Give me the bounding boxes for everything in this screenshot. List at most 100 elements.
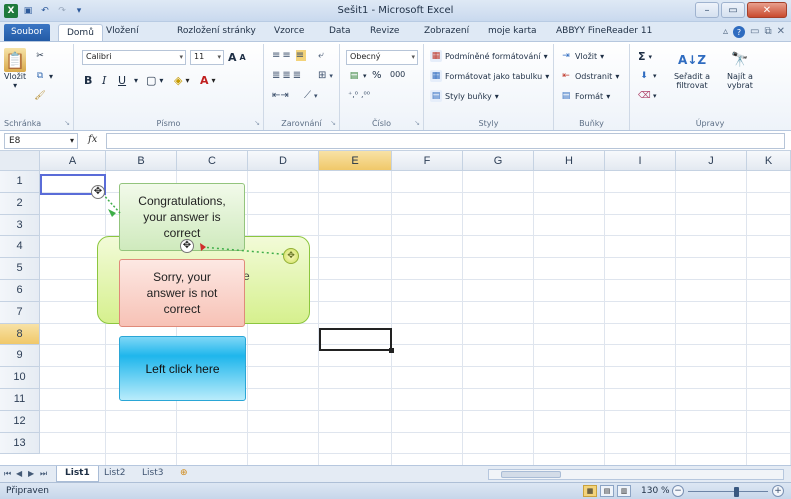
format-cells-button[interactable]: ▤ Formát ▾ — [560, 90, 610, 102]
group-label-number: Číslo — [371, 119, 392, 128]
zoom-out-icon[interactable]: − — [672, 485, 684, 497]
decrease-decimal-icon: ,⁰⁰ — [360, 90, 370, 99]
border-icon: ▢ — [146, 74, 157, 87]
doc-close-icon[interactable]: ✕ — [777, 26, 785, 38]
horizontal-align-buttons[interactable]: ≣≣≣ — [272, 70, 303, 81]
bold-button[interactable]: B — [84, 74, 92, 87]
paste-icon: 📋 — [4, 48, 27, 72]
prev-sheet-icon[interactable]: ◀ — [16, 469, 22, 478]
tab-file[interactable]: Soubor — [4, 24, 50, 41]
scrollbar-thumb[interactable] — [501, 471, 561, 478]
group-label-editing: Úpravy — [695, 119, 725, 128]
status-text: Připraven — [6, 486, 49, 496]
font-launcher-icon[interactable]: ↘ — [254, 119, 260, 127]
insert-cells-button[interactable]: ⇥ Vložit ▾ — [560, 50, 604, 62]
tab-view[interactable]: Zobrazení — [424, 26, 469, 36]
close-button[interactable]: ✕ — [747, 2, 787, 18]
sheet-tab-list2[interactable]: List2 — [96, 466, 133, 482]
clipboard-launcher-icon[interactable]: ↘ — [64, 119, 70, 127]
insert-sheet-icon[interactable]: ⊕ — [172, 466, 196, 482]
copy-button[interactable]: ⧉ ▾ — [34, 70, 53, 82]
move-cursor-icon: ✥ — [91, 185, 105, 199]
percent-button[interactable]: % — [372, 70, 382, 81]
tab-insert[interactable]: Vložení — [106, 26, 139, 36]
minimize-ribbon-icon[interactable]: ▵ — [723, 26, 728, 38]
maximize-button[interactable]: ▭ — [721, 2, 745, 18]
sort-filter-button[interactable]: A↓Z Seřadit a filtrovat — [670, 48, 714, 90]
font-name-combo[interactable]: Calibri ▾ — [82, 50, 186, 65]
number-format-combo[interactable]: Obecný ▾ — [346, 50, 418, 65]
minimize-button[interactable]: – — [695, 2, 719, 18]
conditional-format-button[interactable]: ▦ Podmíněné formátování ▾ — [430, 50, 548, 62]
doc-restore-icon[interactable]: ⧉ — [764, 26, 771, 38]
find-select-button[interactable]: 🔭 Najít a vybrat — [720, 48, 760, 90]
fill-button[interactable]: ⬇ ▾ — [638, 70, 656, 82]
page-break-view-icon[interactable]: ▥ — [617, 485, 631, 497]
tab-data[interactable]: Data — [329, 26, 351, 36]
increase-decimal-icon: ⁺,⁰ — [348, 90, 358, 99]
horizontal-scrollbar[interactable] — [488, 469, 784, 480]
accounting-button[interactable]: ▤ ▾ — [348, 70, 367, 82]
clear-button[interactable]: ⌫ ▾ — [638, 90, 657, 102]
merge-center-button[interactable]: ⊞ ▾ — [318, 70, 333, 81]
cell-styles-button[interactable]: ▤ Styly buňky ▾ — [430, 90, 499, 102]
help-icon[interactable]: ? — [733, 26, 746, 38]
insert-function-icon[interactable]: fx — [88, 134, 97, 145]
page-layout-view-icon[interactable]: ▤ — [600, 485, 614, 497]
alignment-launcher-icon[interactable]: ↘ — [330, 119, 336, 127]
first-sheet-icon[interactable]: ⏮ — [4, 469, 11, 479]
name-box[interactable]: E8 ▾ — [4, 133, 78, 149]
zoom-slider-thumb[interactable] — [734, 487, 739, 497]
number-launcher-icon[interactable]: ↘ — [414, 119, 420, 127]
zoom-in-icon[interactable]: + — [772, 485, 784, 497]
underline-button[interactable]: U — [118, 74, 126, 87]
conditional-format-icon: ▦ — [430, 50, 442, 62]
sheet-tab-list3[interactable]: List3 — [134, 466, 171, 482]
fill-color-button[interactable]: ◈ ▾ — [174, 74, 189, 87]
group-label-alignment: Zarovnání — [281, 119, 322, 128]
paste-button[interactable]: 📋 Vložit ▾ — [4, 48, 26, 90]
group-number: Obecný ▾ ▤ ▾ % 000 ⁺,⁰ ,⁰⁰ Číslo ↘ — [340, 44, 424, 130]
italic-button[interactable]: I — [102, 74, 106, 87]
zoom-level[interactable]: 130 % — [641, 486, 670, 496]
doc-minimize-icon[interactable]: ▭ — [750, 26, 759, 38]
formula-input[interactable] — [106, 133, 785, 149]
vertical-align-buttons[interactable]: ≡≡ ≡ — [272, 50, 307, 61]
font-size-combo[interactable]: 11 ▾ — [190, 50, 224, 65]
worksheet-grid[interactable]: ABCDEFGHIJK 1 2 3 4 5 6 7 8 9 10 11 12 13 e Congratu… — [0, 151, 791, 465]
next-sheet-icon[interactable]: ▶ — [28, 469, 34, 478]
sheet-tab-list1[interactable]: List1 — [56, 466, 99, 482]
orientation-button[interactable]: ⟋ ▾ — [304, 90, 318, 101]
tab-review[interactable]: Revize — [370, 26, 399, 36]
cut-button[interactable]: ✂ — [34, 50, 46, 62]
ribbon: 📋 Vložit ▾ ✂ ⧉ ▾ 🖌 Schránka ↘ Calibri ▾ 11… — [0, 41, 791, 131]
orientation-icon: ⟋ — [304, 90, 311, 101]
eraser-icon: ⌫ — [638, 91, 651, 101]
table-format-icon: ▦ — [430, 70, 442, 82]
decimal-buttons[interactable]: ⁺,⁰ ,⁰⁰ — [348, 90, 370, 99]
font-color-button[interactable]: A ▾ — [200, 74, 216, 87]
ribbon-tabs: Soubor Domů Vložení Rozložení stránky Vz… — [0, 22, 791, 43]
arrow-head-red-icon — [200, 243, 206, 251]
grow-font-button[interactable]: AA — [228, 51, 246, 64]
borders-button[interactable]: ▢ ▾ — [146, 74, 163, 87]
delete-cells-button[interactable]: ⇤ Odstranit ▾ — [560, 70, 619, 82]
format-painter-button[interactable]: 🖌 — [34, 90, 46, 102]
middle-align-icon: ≡ — [295, 50, 307, 61]
normal-view-icon[interactable]: ▦ — [583, 485, 597, 497]
underline-dropdown-icon[interactable]: ▾ — [134, 76, 138, 85]
autosum-button[interactable]: Σ ▾ — [638, 50, 652, 63]
merge-icon: ⊞ — [318, 70, 327, 81]
format-as-table-button[interactable]: ▦ Formátovat jako tabulku ▾ — [430, 70, 549, 82]
tab-formulas[interactable]: Vzorce — [274, 26, 304, 36]
tab-custom[interactable]: moje karta — [488, 26, 537, 36]
tab-abbyy[interactable]: ABBYY FineReader 11 — [556, 26, 652, 36]
tab-page-layout[interactable]: Rozložení stránky — [177, 26, 256, 36]
zoom-slider[interactable] — [688, 491, 768, 492]
indent-buttons[interactable]: ⇤⇥ — [272, 90, 289, 101]
shape-adjust-handle-icon[interactable]: ✥ — [283, 248, 299, 264]
last-sheet-icon[interactable]: ⏭ — [40, 469, 47, 479]
wrap-text-button[interactable]: ⤶ — [318, 50, 324, 61]
cell-styles-icon: ▤ — [430, 90, 442, 102]
thousands-button[interactable]: 000 — [390, 70, 405, 79]
